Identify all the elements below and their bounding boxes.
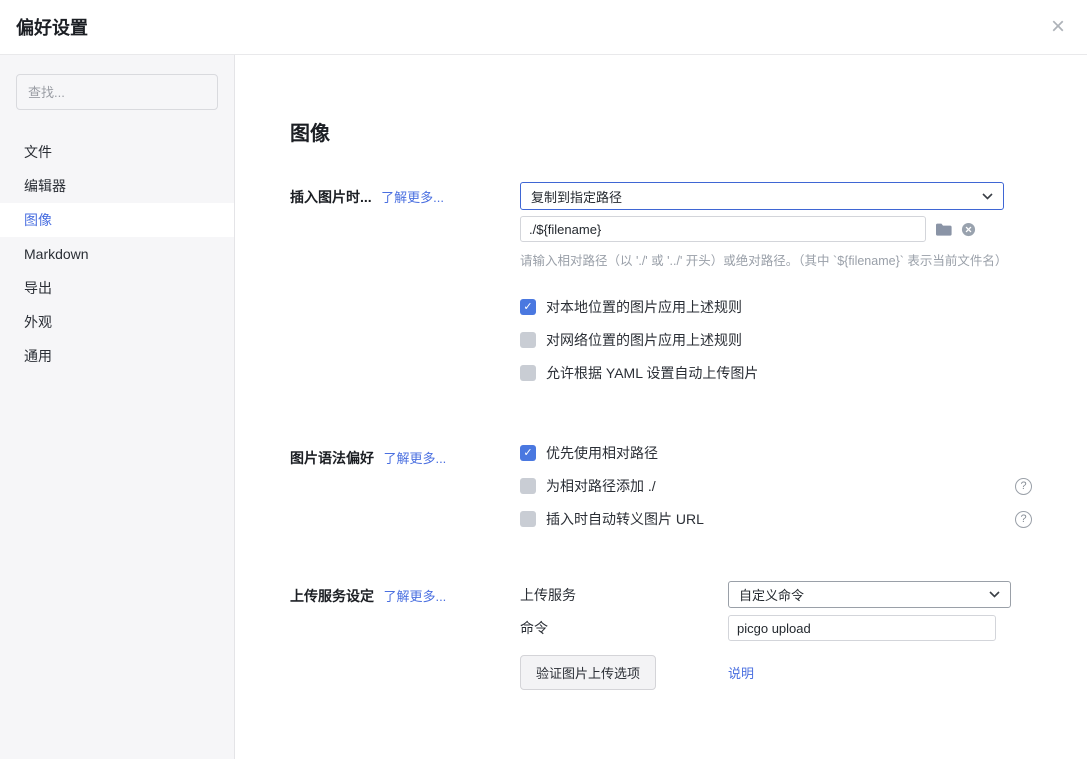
syntax-learn-more-link[interactable]: 了解更多... xyxy=(383,451,446,466)
instructions-link[interactable]: 说明 xyxy=(728,663,754,682)
upload-service-label: 上传服务 xyxy=(520,585,728,605)
sidebar-item-markdown[interactable]: Markdown xyxy=(0,237,234,271)
checkbox-add-dot-slash[interactable]: ✓ 为相对路径添加 ./ ? xyxy=(520,476,1032,496)
upload-service-selected-value: 自定义命令 xyxy=(739,585,989,604)
upload-section-label: 上传服务设定 xyxy=(290,588,374,604)
upload-learn-more-link[interactable]: 了解更多... xyxy=(383,589,446,604)
checkbox-box[interactable]: ✓ xyxy=(520,365,536,381)
checkbox-box[interactable]: ✓ xyxy=(520,478,536,494)
chevron-down-icon xyxy=(989,591,1000,598)
sidebar: 文件 编辑器 图像 Markdown 导出 外观 通用 xyxy=(0,55,235,759)
insert-section-label: 插入图片时... xyxy=(290,189,372,205)
upload-controls: 上传服务 自定义命令 命令 验 xyxy=(520,581,1032,690)
section-upload-service: 上传服务设定 了解更多... 上传服务 自定义命令 xyxy=(290,581,1032,690)
upload-service-select[interactable]: 自定义命令 xyxy=(728,581,1011,608)
section-label-col: 插入图片时... 了解更多... xyxy=(290,182,520,396)
search-input[interactable] xyxy=(16,74,218,110)
path-input-row xyxy=(520,216,1032,242)
checkbox-label: 插入时自动转义图片 URL xyxy=(546,509,704,529)
folder-icon[interactable] xyxy=(935,222,952,237)
help-icon[interactable]: ? xyxy=(1015,511,1032,528)
sidebar-item-files[interactable]: 文件 xyxy=(0,135,234,169)
checkbox-prefer-relative-path[interactable]: ✓ 优先使用相对路径 xyxy=(520,443,1032,463)
upload-actions-row: 验证图片上传选项 说明 xyxy=(520,655,1032,690)
command-input[interactable] xyxy=(728,615,996,641)
checkbox-box[interactable]: ✓ xyxy=(520,445,536,461)
upload-command-row: 命令 xyxy=(520,615,1032,641)
close-icon[interactable]: × xyxy=(1051,15,1065,39)
command-label: 命令 xyxy=(520,618,728,638)
window-title: 偏好设置 xyxy=(16,14,88,40)
chevron-down-icon xyxy=(982,193,993,200)
checkbox-escape-image-url[interactable]: ✓ 插入时自动转义图片 URL ? xyxy=(520,509,1032,529)
sidebar-item-image[interactable]: 图像 xyxy=(0,203,234,237)
help-icon[interactable]: ? xyxy=(1015,478,1032,495)
checkbox-label: 对本地位置的图片应用上述规则 xyxy=(546,297,742,317)
checkbox-label: 允许根据 YAML 设置自动上传图片 xyxy=(546,363,758,383)
checkbox-label: 对网络位置的图片应用上述规则 xyxy=(546,330,742,350)
syntax-section-label: 图片语法偏好 xyxy=(290,450,374,466)
page-title: 图像 xyxy=(290,117,1032,146)
search-box xyxy=(16,74,218,110)
upload-service-row: 上传服务 自定义命令 xyxy=(520,581,1032,608)
sidebar-item-appearance[interactable]: 外观 xyxy=(0,305,234,339)
section-label-col: 图片语法偏好 了解更多... xyxy=(290,443,520,542)
window-header: 偏好设置 × xyxy=(0,0,1087,55)
section-image-syntax: 图片语法偏好 了解更多... ✓ 优先使用相对路径 ✓ 为相对路径添加 ./ ?… xyxy=(290,443,1032,542)
preferences-window: 偏好设置 × 文件 编辑器 图像 Markdown 导出 外观 通用 图像 插入… xyxy=(0,0,1087,760)
section-label-col: 上传服务设定 了解更多... xyxy=(290,581,520,690)
window-body: 文件 编辑器 图像 Markdown 导出 外观 通用 图像 插入图片时... … xyxy=(0,55,1087,759)
checkbox-apply-local-images[interactable]: ✓ 对本地位置的图片应用上述规则 xyxy=(520,297,1032,317)
checkbox-box[interactable]: ✓ xyxy=(520,299,536,315)
target-path-input[interactable] xyxy=(520,216,926,242)
validate-button-cell: 验证图片上传选项 xyxy=(520,655,728,690)
checkbox-label: 优先使用相对路径 xyxy=(546,443,658,463)
section-insert-image: 插入图片时... 了解更多... 复制到指定路径 xyxy=(290,182,1032,396)
insert-mode-select[interactable]: 复制到指定路径 xyxy=(520,182,1004,210)
sidebar-item-general[interactable]: 通用 xyxy=(0,339,234,373)
path-hint-text: 请输入相对路径（以 './' 或 '../' 开头）或绝对路径。（其中 `${f… xyxy=(520,250,1032,269)
checkbox-label: 为相对路径添加 ./ xyxy=(546,476,656,496)
sidebar-item-export[interactable]: 导出 xyxy=(0,271,234,305)
checkbox-box[interactable]: ✓ xyxy=(520,332,536,348)
main-content: 图像 插入图片时... 了解更多... 复制到指定路径 xyxy=(235,55,1087,759)
insert-controls: 复制到指定路径 xyxy=(520,182,1032,396)
insert-learn-more-link[interactable]: 了解更多... xyxy=(381,190,444,205)
clear-circle-icon[interactable] xyxy=(961,222,976,237)
sidebar-item-editor[interactable]: 编辑器 xyxy=(0,169,234,203)
checkbox-yaml-auto-upload[interactable]: ✓ 允许根据 YAML 设置自动上传图片 xyxy=(520,363,1032,383)
validate-upload-button[interactable]: 验证图片上传选项 xyxy=(520,655,656,690)
syntax-controls: ✓ 优先使用相对路径 ✓ 为相对路径添加 ./ ? ✓ 插入时自动转义图片 UR… xyxy=(520,443,1032,542)
checkbox-box[interactable]: ✓ xyxy=(520,511,536,527)
checkbox-apply-network-images[interactable]: ✓ 对网络位置的图片应用上述规则 xyxy=(520,330,1032,350)
insert-mode-selected-value: 复制到指定路径 xyxy=(531,187,982,206)
insert-checkbox-group: ✓ 对本地位置的图片应用上述规则 ✓ 对网络位置的图片应用上述规则 ✓ 允许根据… xyxy=(520,297,1032,383)
